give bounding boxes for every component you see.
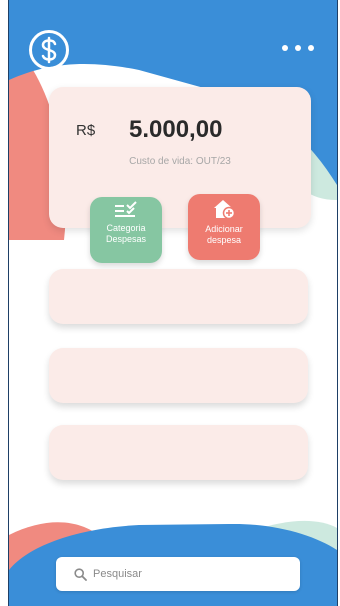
- category-expenses-label: Categoria Despesas: [105, 223, 147, 244]
- dollar-circle-icon: [29, 30, 69, 70]
- app-screen: R$ 5.000,00 Custo de vida: OUT/23 Catego…: [8, 0, 338, 606]
- more-horizontal-icon[interactable]: [282, 38, 314, 58]
- add-expense-label: Adicionar despesa: [205, 224, 243, 245]
- currency-label: R$: [76, 122, 96, 139]
- balance-amount: 5.000,00: [129, 116, 223, 143]
- balance-card: R$ 5.000,00 Custo de vida: OUT/23: [49, 87, 311, 228]
- house-plus-icon: [214, 200, 236, 220]
- search-bar: [56, 557, 300, 591]
- add-expense-button[interactable]: Adicionar despesa: [188, 194, 260, 260]
- search-input[interactable]: [91, 567, 285, 581]
- list-check-icon: [115, 201, 137, 217]
- cost-of-living-label: Custo de vida: OUT/23: [129, 156, 231, 167]
- expense-list-item[interactable]: [49, 269, 308, 324]
- category-expenses-button[interactable]: Categoria Despesas: [90, 197, 162, 263]
- expense-list-item[interactable]: [49, 348, 308, 403]
- search-icon: [74, 567, 87, 581]
- expense-list-item[interactable]: [49, 425, 308, 480]
